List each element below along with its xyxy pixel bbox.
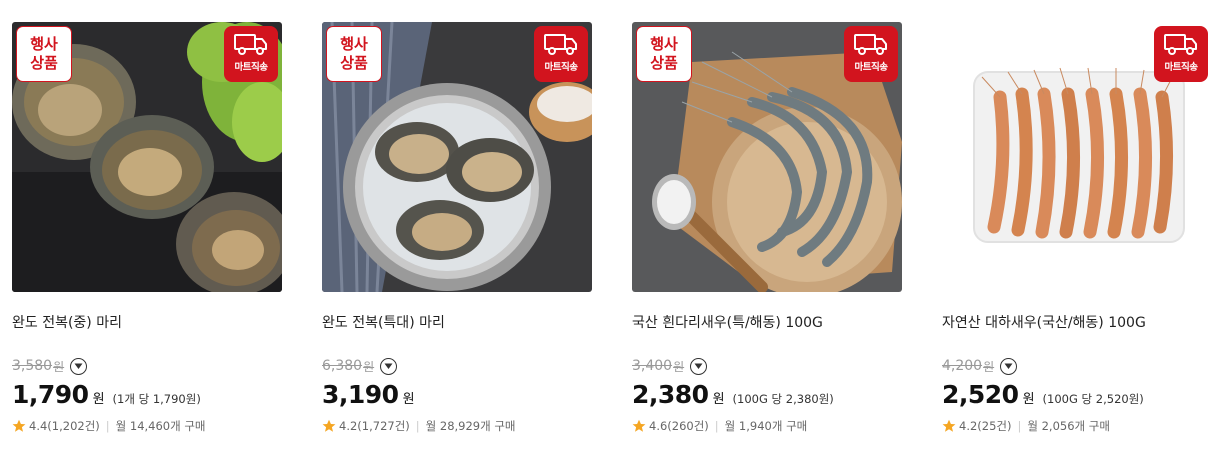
mart-delivery-badge: 마트직송 [844,26,898,82]
product-card[interactable]: 행사 상품 마트직송 완도 전복(중) 마리 3,580 원 1,790 원 (… [12,22,282,434]
price-currency: 원 [1022,392,1035,407]
original-price: 4,200 [942,358,983,374]
sale-price: 2,380 [632,380,709,409]
monthly-purchases: 월 28,929개 구매 [425,419,516,433]
original-price-unit: 원 [983,359,995,374]
truck-icon [1164,34,1197,55]
star-icon [942,419,956,432]
sale-price: 3,190 [322,380,399,409]
sale-price: 1,790 [12,380,89,409]
truck-icon [854,34,887,55]
chevron-down-icon [74,363,83,369]
product-card[interactable]: 행사 상품 마트직송 완도 전복(특대) 마리 6,380 원 3,190 원 … [322,22,592,434]
star-icon [632,419,646,432]
rating-text: 4.2(1,727건) [339,419,410,433]
original-price: 3,400 [632,358,673,374]
product-card[interactable]: 행사 상품 마트직송 국산 흰다리새우(특/해동) 100G 3,400 원 2… [632,22,902,434]
mart-delivery-badge: 마트직송 [224,26,278,82]
product-title[interactable]: 완도 전복(중) 마리 [12,312,282,331]
divider: | [1017,419,1022,433]
divider: | [714,419,719,433]
price-detail-toggle[interactable] [70,357,88,375]
rating-text: 4.6(260건) [649,419,709,433]
product-image[interactable]: 행사 상품 마트직송 [322,22,592,292]
star-icon [12,419,26,432]
star-icon [322,419,336,432]
mart-delivery-badge: 마트직송 [534,26,588,82]
price-currency: 원 [402,392,415,407]
product-image[interactable]: 마트직송 [942,22,1212,292]
monthly-purchases: 월 14,460개 구매 [115,419,206,433]
event-product-badge: 행사 상품 [326,26,382,82]
rating-text: 4.2(25건) [959,419,1012,433]
truck-icon [234,34,267,55]
monthly-purchases: 월 2,056개 구매 [1027,419,1110,433]
truck-icon [544,34,577,55]
event-product-badge: 행사 상품 [636,26,692,82]
original-price: 6,380 [322,358,363,374]
product-card[interactable]: 마트직송 자연산 대하새우(국산/해동) 100G 4,200 원 2,520 … [942,22,1212,434]
product-title[interactable]: 완도 전복(특대) 마리 [322,312,592,331]
price-detail-toggle[interactable] [1000,357,1018,375]
product-image[interactable]: 행사 상품 마트직송 [12,22,282,292]
divider: | [105,419,110,433]
event-product-badge: 행사 상품 [16,26,72,82]
unit-price: (100G 당 2,520원) [1042,392,1144,406]
divider: | [415,419,420,433]
price-detail-toggle[interactable] [380,357,398,375]
original-price-unit: 원 [673,359,685,374]
chevron-down-icon [1004,363,1013,369]
product-title[interactable]: 국산 흰다리새우(특/해동) 100G [632,312,902,331]
original-price: 3,580 [12,358,53,374]
mart-delivery-badge: 마트직송 [1154,26,1208,82]
product-image[interactable]: 행사 상품 마트직송 [632,22,902,292]
original-price-unit: 원 [53,359,65,374]
price-detail-toggle[interactable] [690,357,708,375]
chevron-down-icon [694,363,703,369]
product-title[interactable]: 자연산 대하새우(국산/해동) 100G [942,312,1212,331]
price-currency: 원 [712,392,725,407]
original-price-unit: 원 [363,359,375,374]
unit-price: (100G 당 2,380원) [732,392,834,406]
unit-price: (1개 당 1,790원) [112,392,201,406]
chevron-down-icon [384,363,393,369]
monthly-purchases: 월 1,940개 구매 [724,419,808,433]
rating-text: 4.4(1,202건) [29,419,100,433]
sale-price: 2,520 [942,380,1019,409]
price-currency: 원 [92,392,105,407]
